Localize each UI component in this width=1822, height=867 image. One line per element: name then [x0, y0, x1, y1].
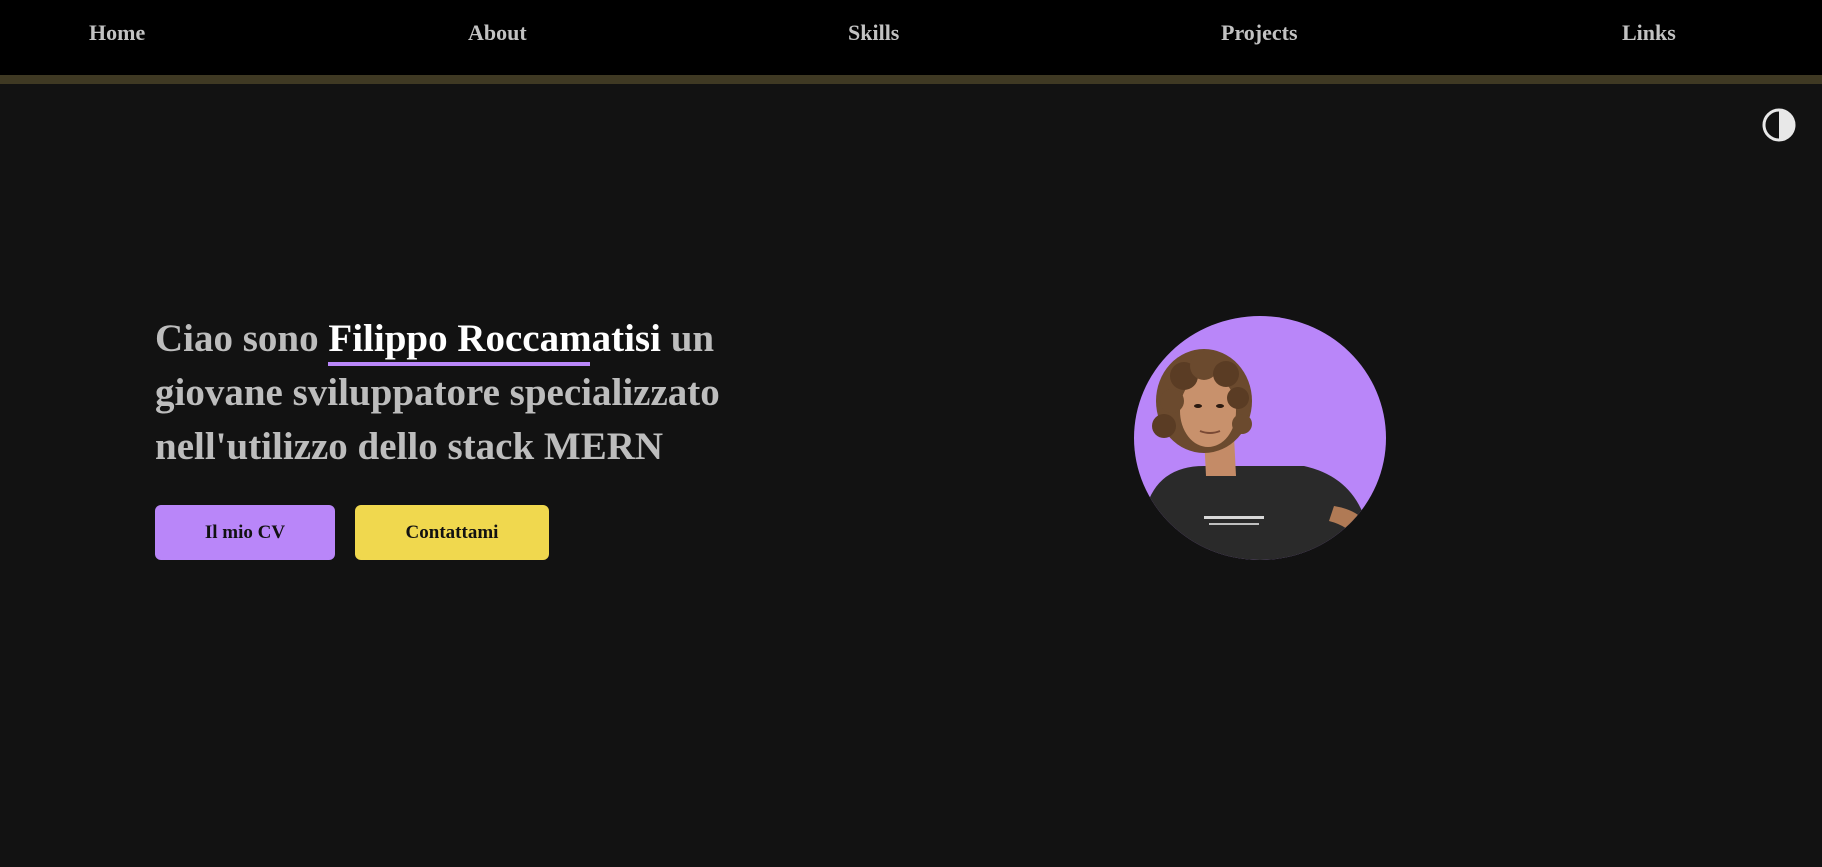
navbar: Home About Skills Projects Links [0, 0, 1822, 84]
nav-home[interactable]: Home [89, 20, 145, 46]
cv-button[interactable]: Il mio CV [155, 505, 335, 560]
avatar [1134, 316, 1386, 560]
theme-toggle-icon[interactable] [1762, 108, 1796, 142]
contact-button[interactable]: Contattami [355, 505, 549, 560]
nav-skills[interactable]: Skills [848, 20, 899, 46]
nav-projects[interactable]: Projects [1221, 20, 1298, 46]
hero-line3: nell'utilizzo dello stack MERN [155, 425, 664, 468]
hero-line2: giovane sviluppatore specializzato [155, 371, 720, 414]
contrast-icon [1762, 108, 1796, 142]
hero-name: Filippo Roccamatisi [328, 312, 661, 366]
nav-about[interactable]: About [468, 20, 527, 46]
profile-photo [1144, 349, 1374, 560]
hero-line1-tail: un [660, 317, 715, 360]
hero-heading: Ciao sono Filippo Roccamatisi un giovane… [155, 312, 775, 474]
hero-greeting: Ciao sono [155, 317, 329, 360]
nav-links[interactable]: Links [1622, 20, 1676, 46]
